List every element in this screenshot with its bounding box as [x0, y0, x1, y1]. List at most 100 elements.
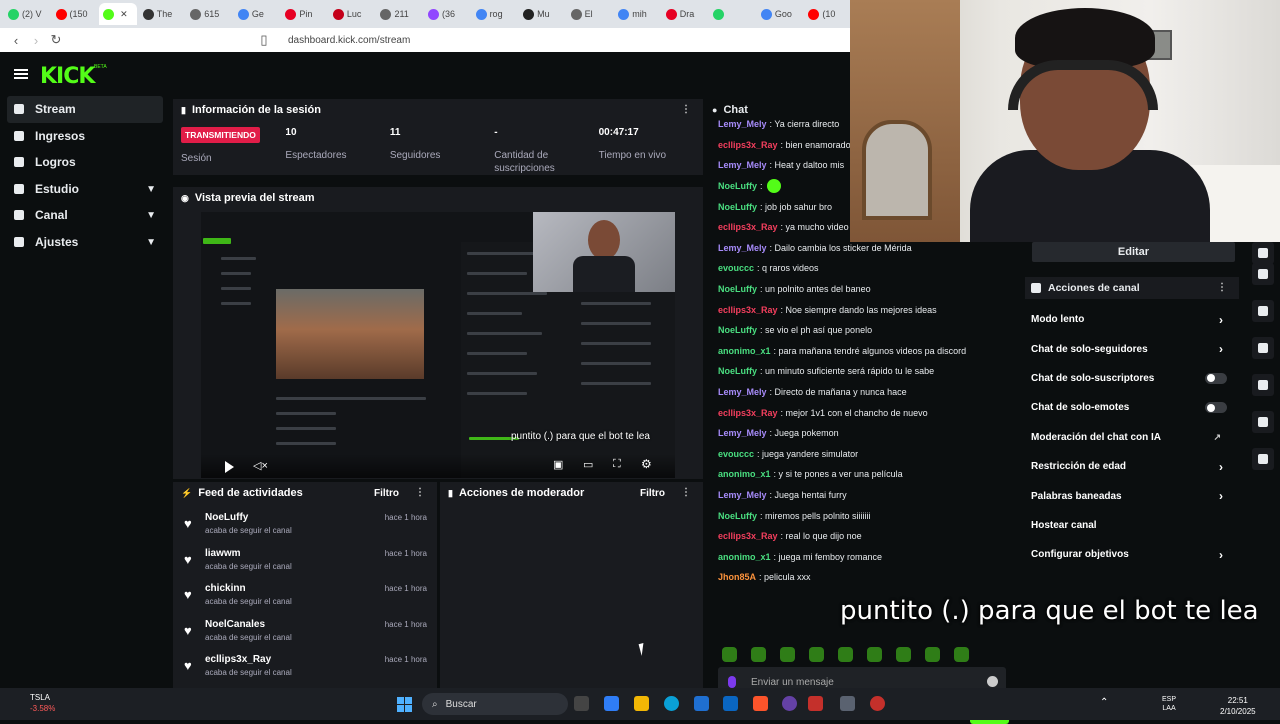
fullscreen-icon[interactable]: ⛶: [613, 458, 621, 471]
chat-username[interactable]: Lemy_Mely: [718, 160, 767, 170]
channel-action-item[interactable]: Configurar objetivos ›: [1025, 540, 1239, 569]
chat-username[interactable]: evouccc: [718, 263, 754, 273]
emote-icon[interactable]: [838, 647, 853, 662]
kick-logo[interactable]: KICK: [40, 64, 95, 89]
chevron-down-icon[interactable]: ▼: [146, 184, 156, 195]
external-link-icon[interactable]: ↗: [1213, 432, 1221, 443]
chevron-right-icon[interactable]: ›: [1219, 460, 1223, 474]
obs-icon[interactable]: [782, 696, 797, 711]
rail-tool-icon[interactable]: [1252, 448, 1274, 470]
channel-action-item[interactable]: Palabras baneadas ›: [1025, 481, 1239, 510]
browser-tab[interactable]: Goo: [757, 3, 803, 25]
reload-icon[interactable]: ↻: [46, 32, 66, 48]
browser-tab[interactable]: (2) V: [4, 3, 50, 25]
browser-tab[interactable]: Luc: [329, 3, 375, 25]
channel-action-item[interactable]: Chat de solo-suscriptores: [1025, 364, 1239, 393]
browser-tab[interactable]: El: [567, 3, 613, 25]
kebab-menu-icon[interactable]: ⋮: [681, 487, 691, 498]
chevron-down-icon[interactable]: ▼: [146, 210, 156, 221]
emote-icon[interactable]: [925, 647, 940, 662]
chevron-right-icon[interactable]: ›: [1219, 489, 1223, 503]
chat-username[interactable]: Lemy_Mely: [718, 243, 767, 253]
toggle-switch[interactable]: [1205, 402, 1227, 414]
rail-tool-icon[interactable]: [1252, 300, 1274, 322]
channel-action-item[interactable]: Modo lento ›: [1025, 305, 1239, 334]
back-icon[interactable]: ‹: [6, 33, 26, 48]
theater-icon[interactable]: ▭: [583, 458, 593, 471]
task-view-icon[interactable]: [574, 696, 589, 711]
chat-username[interactable]: ecllips3x_Ray: [718, 222, 778, 232]
kebab-menu-icon[interactable]: ⋮: [1217, 282, 1227, 293]
chat-username[interactable]: Lemy_Mely: [718, 490, 767, 500]
chat-username[interactable]: NoeLuffy: [718, 325, 757, 335]
edit-button[interactable]: Editar: [1032, 242, 1235, 262]
chevron-right-icon[interactable]: ›: [1219, 313, 1223, 327]
chevron-right-icon[interactable]: ›: [1219, 342, 1223, 356]
feed-filter-button[interactable]: Filtro: [374, 488, 399, 499]
browser-tab[interactable]: ✕: [99, 3, 137, 25]
chat-username[interactable]: ecllips3x_Ray: [718, 531, 778, 541]
app-icon[interactable]: [840, 696, 855, 711]
mute-icon[interactable]: ◁×: [253, 459, 268, 472]
chevron-down-icon[interactable]: ▼: [146, 237, 156, 248]
sidebar-item-canal[interactable]: Canal ▼: [0, 202, 170, 229]
microphone-icon[interactable]: [728, 676, 736, 688]
pip-icon[interactable]: ▣: [553, 458, 563, 471]
kebab-menu-icon[interactable]: ⋮: [681, 104, 691, 115]
emote-icon[interactable]: [722, 647, 737, 662]
store-icon[interactable]: [694, 696, 709, 711]
browser-tab[interactable]: 211: [376, 3, 422, 25]
rail-tool-icon[interactable]: [1252, 263, 1274, 285]
browser-tab[interactable]: [709, 3, 755, 25]
windows-start-icon[interactable]: [397, 697, 412, 712]
emote-icon[interactable]: [867, 647, 882, 662]
sidebar-item-logros[interactable]: Logros: [0, 149, 170, 176]
file-explorer-icon[interactable]: [634, 696, 649, 711]
channel-action-item[interactable]: Restricción de edad ›: [1025, 452, 1239, 481]
chat-username[interactable]: anonimo_x1: [718, 552, 771, 562]
bookmark-icon[interactable]: ▯: [254, 32, 274, 48]
chevron-right-icon[interactable]: ›: [1219, 548, 1223, 562]
channel-action-item[interactable]: Moderación del chat con IA ↗: [1025, 423, 1239, 452]
emoji-icon[interactable]: [987, 676, 998, 687]
chat-username[interactable]: evouccc: [718, 449, 754, 459]
browser-tab[interactable]: 615: [186, 3, 232, 25]
chat-username[interactable]: NoeLuffy: [718, 284, 757, 294]
language-indicator[interactable]: ESP LAA: [1162, 695, 1176, 713]
chat-username[interactable]: ecllips3x_Ray: [718, 305, 778, 315]
app-icon[interactable]: [870, 696, 885, 711]
chat-username[interactable]: NoeLuffy: [718, 202, 757, 212]
app-icon[interactable]: [604, 696, 619, 711]
chat-username[interactable]: Lemy_Mely: [718, 387, 767, 397]
rail-tool-icon[interactable]: [1252, 337, 1274, 359]
channel-action-item[interactable]: Chat de solo-emotes: [1025, 393, 1239, 422]
chat-username[interactable]: Lemy_Mely: [718, 428, 767, 438]
emote-icon[interactable]: [954, 647, 969, 662]
browser-tab[interactable]: rog: [472, 3, 518, 25]
rail-tool-icon[interactable]: [1252, 374, 1274, 396]
rail-tool-icon[interactable]: [1252, 411, 1274, 433]
browser-tab[interactable]: (10: [804, 3, 850, 25]
edge-icon[interactable]: [664, 696, 679, 711]
clock[interactable]: 22:51 2/10/2025: [1220, 695, 1256, 717]
emote-icon[interactable]: [751, 647, 766, 662]
toggle-switch[interactable]: [1205, 372, 1227, 384]
chat-username[interactable]: ecllips3x_Ray: [718, 408, 778, 418]
kebab-menu-icon[interactable]: ⋮: [415, 487, 425, 498]
stream-video[interactable]: puntito (.) para que el bot te lea ◁× ▣ …: [201, 212, 675, 478]
tray-chevron-icon[interactable]: ⌃: [1100, 697, 1108, 708]
sidebar-item-ingresos[interactable]: Ingresos: [0, 123, 170, 150]
settings-icon[interactable]: ⚙: [641, 457, 652, 471]
chat-username[interactable]: ecllips3x_Ray: [718, 140, 778, 150]
browser-tab[interactable]: (36: [424, 3, 470, 25]
browser-tab[interactable]: mih: [614, 3, 660, 25]
mod-filter-button[interactable]: Filtro: [640, 488, 665, 499]
app-icon[interactable]: [808, 696, 823, 711]
browser-tab[interactable]: Mu: [519, 3, 565, 25]
channel-action-item[interactable]: Hostear canal: [1025, 511, 1239, 540]
emote-icon[interactable]: [780, 647, 795, 662]
menu-icon[interactable]: [14, 69, 28, 79]
browser-tab[interactable]: Ge: [234, 3, 280, 25]
sidebar-item-ajustes[interactable]: Ajustes ▼: [0, 229, 170, 256]
url-text[interactable]: dashboard.kick.com/stream: [288, 35, 410, 46]
